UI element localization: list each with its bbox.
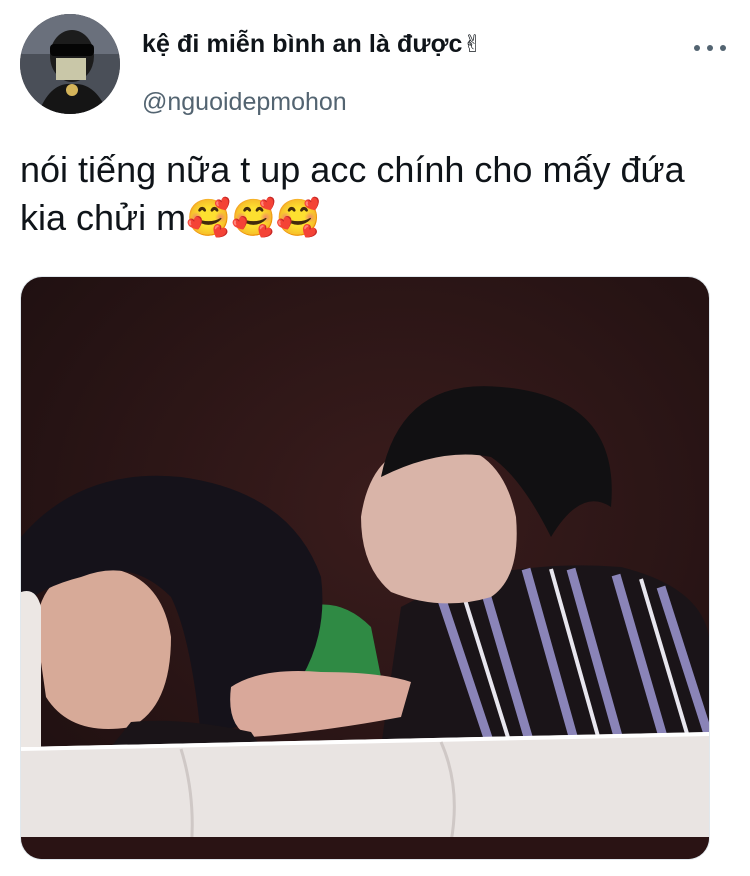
avatar[interactable] — [20, 14, 120, 114]
more-dot — [720, 45, 726, 51]
victory-hand-icon: ✌ — [462, 31, 483, 58]
avatar-image — [20, 14, 120, 114]
user-handle[interactable]: @nguoidepmohon — [142, 88, 347, 117]
tweet-media-photo[interactable] — [20, 276, 710, 860]
tweet-card[interactable]: kệ đi miễn bình an là được✌ @nguoidepmoh… — [0, 0, 750, 876]
display-name[interactable]: kệ đi miễn bình an là được✌ — [142, 30, 483, 59]
more-horizontal-icon — [694, 45, 700, 51]
tweet-text: nói tiếng nữa t up acc chính cho mấy đứa… — [20, 149, 685, 238]
more-dot — [707, 45, 713, 51]
more-options-button[interactable] — [690, 36, 730, 60]
display-name-text: kệ đi miễn bình an là được — [142, 30, 463, 58]
photo-illustration — [21, 277, 709, 859]
